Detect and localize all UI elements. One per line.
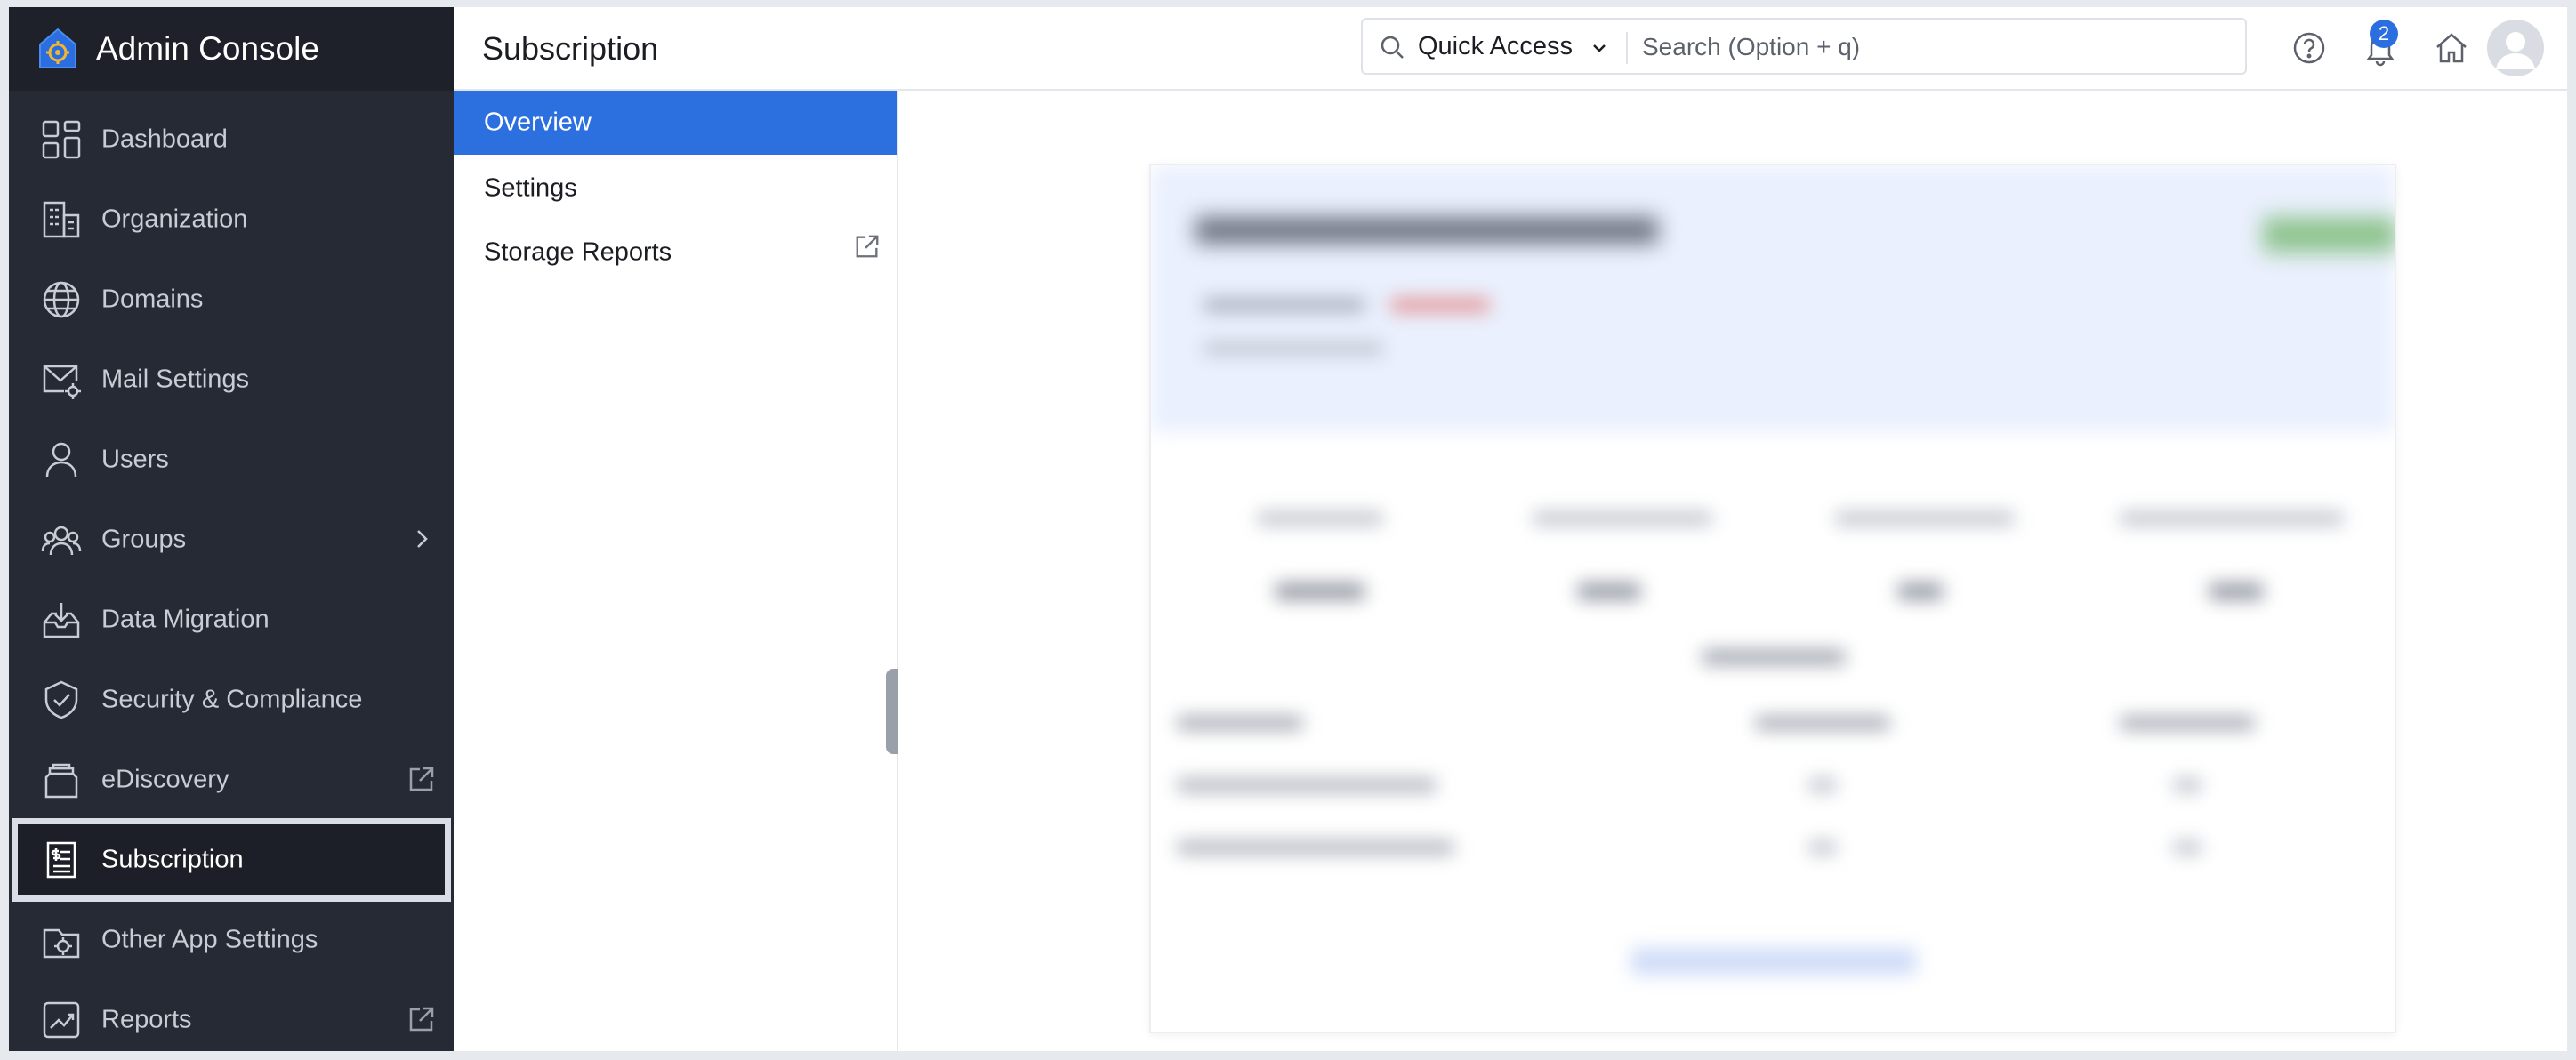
search-divider <box>1626 32 1628 64</box>
groups-icon <box>41 526 82 556</box>
brand-header: Admin Console <box>9 7 454 91</box>
subscription-overview-card <box>1149 164 2396 1033</box>
app-settings-icon <box>43 928 80 959</box>
plan-detail-placeholder <box>1204 343 1382 354</box>
stat-label-placeholder <box>1258 512 1382 525</box>
table-cell-placeholder <box>2174 779 2201 791</box>
subnav-item-storage-reports[interactable]: Storage Reports <box>454 221 897 285</box>
sidebar-item-label: Users <box>101 445 169 474</box>
plan-detail-placeholder <box>1204 299 1364 311</box>
sidebar-item-dashboard[interactable]: Dashboard <box>9 100 454 180</box>
sidebar-item-groups[interactable]: Groups <box>9 500 454 580</box>
home-icon[interactable] <box>2432 28 2471 68</box>
stat-value-placeholder <box>1898 583 1943 599</box>
plan-expiry-placeholder <box>1391 299 1489 311</box>
plan-name-placeholder <box>1195 217 1658 244</box>
table-cell-placeholder <box>1178 841 1453 854</box>
sidebar-item-security-compliance[interactable]: Security & Compliance <box>9 660 454 740</box>
sidebar-item-reports[interactable]: Reports <box>9 980 454 1051</box>
search-bar: Quick Access <box>1361 18 2247 75</box>
sidebar-item-mail-settings[interactable]: Mail Settings <box>9 340 454 420</box>
admin-console-window: Admin Console Dashboard Organization Dom… <box>9 7 2567 1051</box>
user-avatar-icon <box>2496 32 2535 69</box>
subnav-item-label: Storage Reports <box>484 237 672 267</box>
page-title: Subscription <box>482 30 659 67</box>
table-header-placeholder <box>1178 717 1302 729</box>
sidebar-item-label: eDiscovery <box>101 765 229 794</box>
stat-value-placeholder <box>1276 583 1364 599</box>
plan-status-placeholder <box>2263 217 2395 253</box>
sidebar: Admin Console Dashboard Organization Dom… <box>9 7 454 1051</box>
sidebar-item-users[interactable]: Users <box>9 420 454 500</box>
stat-value-placeholder <box>2210 583 2263 599</box>
admin-console-logo-icon <box>39 28 76 68</box>
external-link-icon[interactable] <box>407 1005 436 1033</box>
quick-access-dropdown[interactable]: Quick Access <box>1418 32 1573 61</box>
chevron-right-icon <box>417 530 428 548</box>
sidebar-item-label: Organization <box>101 205 248 234</box>
sidebar-item-label: Reports <box>101 1005 192 1034</box>
mail-settings-icon <box>43 365 81 399</box>
main-content <box>898 91 2567 1051</box>
table-cell-placeholder <box>1178 779 1436 791</box>
app-title: Admin Console <box>96 30 319 67</box>
ediscovery-icon <box>44 763 78 799</box>
sidebar-item-domains[interactable]: Domains <box>9 260 454 340</box>
subnav-item-overview[interactable]: Overview <box>454 91 897 155</box>
stat-label-placeholder <box>2121 512 2343 525</box>
sidebar-item-label: Subscription <box>101 845 244 874</box>
sidebar-item-subscription[interactable]: Subscription <box>18 824 445 895</box>
notification-badge: 2 <box>2370 20 2398 48</box>
user-icon <box>45 442 77 478</box>
dashboard-icon <box>42 120 81 159</box>
section-heading-placeholder <box>1703 650 1845 664</box>
subnav-collapse-handle[interactable] <box>886 669 898 754</box>
subscription-subnav: Overview Settings Storage Reports <box>454 91 898 1051</box>
sidebar-item-other-app-settings[interactable]: Other App Settings <box>9 900 454 980</box>
external-link-icon[interactable] <box>854 233 881 260</box>
table-cell-placeholder <box>2174 841 2201 854</box>
table-header-placeholder <box>2121 717 2254 729</box>
table-cell-placeholder <box>1809 779 1836 791</box>
shield-icon <box>44 680 78 719</box>
search-icon <box>1381 36 1404 59</box>
sidebar-item-ediscovery[interactable]: eDiscovery <box>9 740 454 820</box>
subnav-item-settings[interactable]: Settings <box>454 157 897 221</box>
top-bar: Subscription Quick Access 2 <box>454 7 2567 91</box>
stat-label-placeholder <box>1836 512 2014 525</box>
sidebar-item-label: Data Migration <box>101 605 270 634</box>
sidebar-item-label: Domains <box>101 285 204 314</box>
help-icon[interactable] <box>2290 28 2329 68</box>
sidebar-item-label: Mail Settings <box>101 365 250 394</box>
avatar[interactable] <box>2487 20 2544 76</box>
sidebar-item-label: Dashboard <box>101 124 228 154</box>
external-link-icon[interactable] <box>407 765 436 793</box>
sidebar-item-organization[interactable]: Organization <box>9 180 454 260</box>
subscription-icon <box>46 841 76 879</box>
data-migration-icon <box>43 603 80 638</box>
sidebar-item-label: Other App Settings <box>101 925 318 954</box>
table-cell-placeholder <box>1809 841 1836 854</box>
organization-icon <box>43 201 80 238</box>
globe-icon <box>43 281 80 318</box>
chevron-down-icon[interactable] <box>1590 39 1608 57</box>
action-link-placeholder <box>1631 948 1916 975</box>
stat-value-placeholder <box>1578 583 1640 599</box>
table-header-placeholder <box>1756 717 1889 729</box>
sidebar-item-label: Security & Compliance <box>101 685 363 714</box>
search-input[interactable] <box>1640 28 2213 66</box>
stat-label-placeholder <box>1534 512 1711 525</box>
subnav-item-label: Overview <box>484 108 592 137</box>
sidebar-item-label: Groups <box>101 525 187 554</box>
reports-icon <box>43 1001 80 1039</box>
sidebar-item-data-migration[interactable]: Data Migration <box>9 580 454 660</box>
subnav-item-label: Settings <box>484 173 577 203</box>
